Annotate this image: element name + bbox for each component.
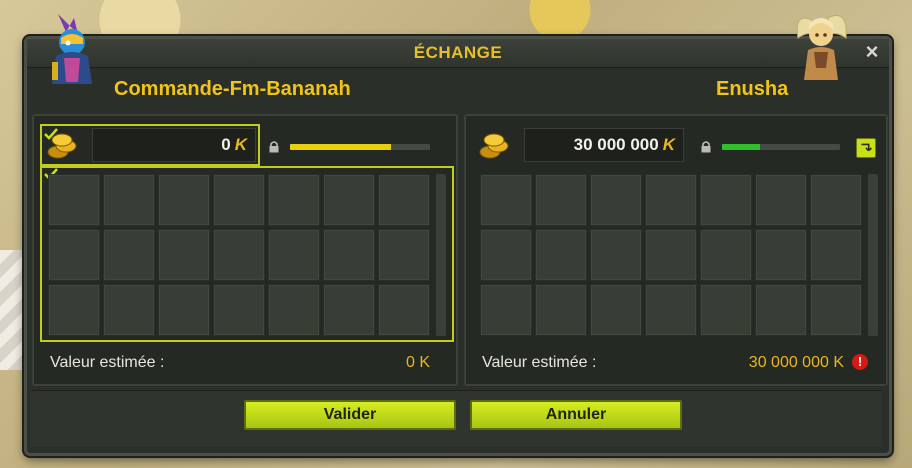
close-icon[interactable]: × bbox=[861, 41, 883, 63]
lock-icon bbox=[269, 141, 279, 153]
item-slot[interactable] bbox=[590, 229, 642, 281]
item-slot[interactable] bbox=[480, 229, 532, 281]
item-slot[interactable] bbox=[378, 174, 430, 226]
left-estimated-label: Valeur estimée : bbox=[50, 354, 165, 371]
right-player-avatar bbox=[796, 15, 847, 80]
left-weight-bar-fill bbox=[290, 144, 391, 150]
left-player-name: Commande-Fm-Bananah bbox=[114, 78, 351, 100]
arrow-icon bbox=[861, 143, 872, 152]
item-slot[interactable] bbox=[590, 174, 642, 226]
item-slot[interactable] bbox=[378, 229, 430, 281]
kamas-symbol: K bbox=[234, 135, 247, 154]
item-slot[interactable] bbox=[103, 174, 155, 226]
kamas-coins-icon bbox=[47, 133, 77, 159]
item-slot[interactable] bbox=[700, 174, 752, 226]
item-slot[interactable] bbox=[755, 229, 807, 281]
item-slot[interactable] bbox=[103, 284, 155, 336]
kamas-symbol: K bbox=[662, 135, 675, 154]
item-slot[interactable] bbox=[158, 229, 210, 281]
item-slot[interactable] bbox=[700, 229, 752, 281]
right-kamas-field: 30 000 000 K bbox=[524, 128, 684, 162]
item-slot[interactable] bbox=[480, 284, 532, 336]
item-slot[interactable] bbox=[810, 174, 862, 226]
item-slot[interactable] bbox=[755, 174, 807, 226]
right-grid-scrollbar[interactable] bbox=[868, 174, 878, 336]
item-slot[interactable] bbox=[213, 174, 265, 226]
item-slot[interactable] bbox=[213, 284, 265, 336]
right-item-grid bbox=[480, 174, 862, 336]
item-slot[interactable] bbox=[755, 284, 807, 336]
item-slot[interactable] bbox=[645, 284, 697, 336]
left-item-grid bbox=[48, 174, 430, 336]
right-estimated-value: 30 000 000 K bbox=[748, 354, 844, 371]
validate-button[interactable]: Valider bbox=[244, 400, 456, 430]
item-slot[interactable] bbox=[158, 284, 210, 336]
item-slot[interactable] bbox=[645, 174, 697, 226]
left-grid-scrollbar[interactable] bbox=[436, 174, 446, 336]
kamas-coins-icon bbox=[479, 133, 509, 159]
expand-toggle-button[interactable] bbox=[856, 138, 876, 158]
item-slot[interactable] bbox=[535, 284, 587, 336]
item-slot[interactable] bbox=[268, 284, 320, 336]
item-slot[interactable] bbox=[103, 229, 155, 281]
item-slot[interactable] bbox=[810, 229, 862, 281]
item-slot[interactable] bbox=[378, 284, 430, 336]
title-bar[interactable]: ÉCHANGE × bbox=[27, 39, 889, 68]
right-kamas-amount: 30 000 000 bbox=[573, 135, 659, 154]
warning-icon: ! bbox=[852, 354, 868, 370]
left-player-avatar bbox=[52, 14, 92, 84]
left-kamas-field[interactable]: 0K bbox=[92, 128, 256, 162]
item-slot[interactable] bbox=[48, 284, 100, 336]
item-slot[interactable] bbox=[158, 174, 210, 226]
window-title: ÉCHANGE bbox=[413, 43, 503, 62]
left-estimated-value: 0 K bbox=[405, 354, 430, 371]
left-kamas-amount: 0 bbox=[221, 135, 231, 154]
lock-icon bbox=[701, 141, 711, 153]
item-slot[interactable] bbox=[480, 174, 532, 226]
item-slot[interactable] bbox=[810, 284, 862, 336]
left-weight-bar bbox=[290, 144, 430, 150]
item-slot[interactable] bbox=[213, 229, 265, 281]
item-slot[interactable] bbox=[48, 229, 100, 281]
item-slot[interactable] bbox=[535, 174, 587, 226]
item-slot[interactable] bbox=[268, 174, 320, 226]
right-estimated-label: Valeur estimée : bbox=[482, 354, 597, 371]
item-slot[interactable] bbox=[645, 229, 697, 281]
item-slot[interactable] bbox=[323, 284, 375, 336]
item-slot[interactable] bbox=[48, 174, 100, 226]
item-slot[interactable] bbox=[700, 284, 752, 336]
item-slot[interactable] bbox=[535, 229, 587, 281]
right-weight-bar bbox=[722, 144, 840, 150]
button-bar bbox=[30, 390, 882, 447]
cancel-button[interactable]: Annuler bbox=[470, 400, 682, 430]
item-slot[interactable] bbox=[323, 174, 375, 226]
item-slot[interactable] bbox=[323, 229, 375, 281]
item-slot[interactable] bbox=[268, 229, 320, 281]
right-weight-bar-fill bbox=[722, 144, 760, 150]
right-player-name: Enusha bbox=[716, 78, 789, 100]
item-slot[interactable] bbox=[590, 284, 642, 336]
